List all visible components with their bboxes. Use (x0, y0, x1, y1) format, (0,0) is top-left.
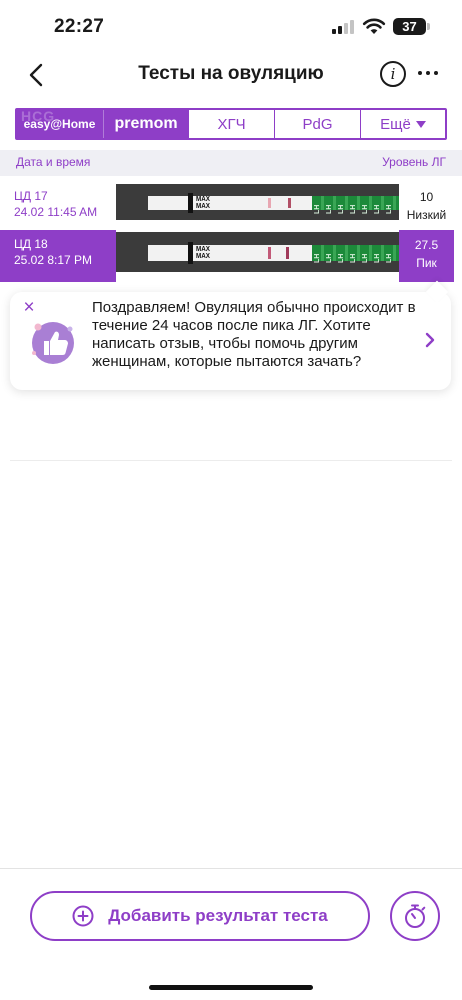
list-header: Дата и время Уровень ЛГ (0, 150, 462, 176)
row-date: ЦД 18 25.02 8:17 PM (0, 230, 116, 282)
tab-premom-label: premom (114, 115, 178, 132)
strip-max-text: MAX (196, 253, 211, 260)
wifi-icon (362, 18, 386, 34)
strip-max-text: MAX (196, 196, 211, 203)
triangle-down-icon (415, 120, 426, 128)
toast-pointer (425, 280, 449, 304)
more-dot (418, 71, 422, 75)
row-lh-level: Низкий (406, 208, 447, 222)
strip-stop-bar (188, 193, 193, 213)
strip-max-text: MAX (196, 203, 211, 210)
timer-button[interactable] (390, 891, 440, 941)
more-dot (426, 71, 430, 75)
strip-stop-bar (188, 242, 193, 264)
row-date: ЦД 17 24.02 11:45 AM (0, 182, 116, 234)
thumbs-up-icon (32, 322, 74, 364)
cellular-signal-icon (332, 20, 354, 34)
strip-max-label: MAX MAX (196, 246, 210, 260)
review-prompt[interactable]: × Поздравляем! Овуляция обычно происходи… (10, 280, 451, 390)
toast-message: Поздравляем! Овуляция обычно происходит … (92, 299, 416, 370)
tab-easy-home[interactable]: HCG easy@Home (17, 110, 103, 138)
add-test-result-button[interactable]: Добавить результат теста (30, 891, 370, 941)
row-cycle-day: ЦД 17 (14, 189, 48, 203)
more-button[interactable] (416, 63, 440, 83)
strip-control-line (286, 247, 289, 259)
test-strip-photo[interactable]: MAX MAX LH LH LH LH LH LH LH (116, 184, 399, 220)
tab-hcg-label: ХГЧ (217, 115, 246, 133)
chevron-right-icon[interactable] (423, 330, 437, 350)
info-icon[interactable]: i (380, 61, 406, 87)
battery-icon: 37 (393, 18, 426, 35)
strip-max-text: MAX (196, 246, 211, 253)
row-lh-value: 27.5 (414, 238, 439, 252)
test-strip-photo[interactable]: MAX MAX LH LH LH LH LH LH LH (116, 232, 399, 272)
strip-test-line (268, 247, 271, 259)
strip-test-line (268, 198, 271, 208)
row-lh-value: 10 (419, 190, 434, 204)
status-bar: 22:27 37 (0, 0, 462, 56)
tab-more-label: Ещё (380, 115, 411, 133)
row-datetime: 25.02 8:17 PM (14, 253, 93, 267)
strip-control-line (288, 198, 291, 208)
row-cycle-day: ЦД 18 (14, 237, 48, 251)
row-level: 27.5 Пик (399, 230, 454, 282)
column-date-time: Дата и время (16, 155, 91, 169)
add-test-result-label: Добавить результат теста (108, 906, 328, 925)
column-lh-level: Уровень ЛГ (382, 155, 446, 169)
status-time: 22:27 (54, 16, 105, 37)
test-row[interactable]: ЦД 17 24.02 11:45 AM MAX MAX LH LH LH LH LH L… (0, 182, 462, 234)
tab-pdg[interactable]: PdG (275, 110, 361, 138)
more-dot (434, 71, 438, 75)
battery-nub (427, 23, 430, 30)
stopwatch-icon (405, 904, 426, 928)
page-title: Тесты на овуляцию (138, 63, 324, 84)
strip-lh-label: LH LH LH LH LH LH LH (312, 245, 399, 263)
home-indicator (149, 985, 313, 990)
strip-max-label: MAX MAX (196, 196, 210, 210)
close-icon[interactable]: × (19, 298, 39, 318)
tab-easy-home-label: easy@Home (23, 117, 96, 131)
row-level: 10 Низкий (399, 182, 454, 234)
back-button[interactable] (22, 60, 50, 90)
strip-lh-label: LH LH LH LH LH LH LH (312, 196, 399, 214)
plus-circle-icon (72, 905, 94, 927)
brand-tabs: HCG easy@Home premom ХГЧ PdG Ещё (15, 108, 447, 140)
test-row[interactable]: ЦД 18 25.02 8:17 PM MAX MAX LH LH LH LH LH LH… (0, 230, 462, 282)
tab-more[interactable]: Ещё (361, 110, 445, 138)
strip-lh-text: LH (386, 253, 393, 263)
list-divider (10, 460, 452, 461)
tab-pdg-label: PdG (302, 115, 333, 133)
tab-hcg[interactable]: ХГЧ (189, 110, 275, 138)
bottom-divider (0, 868, 462, 869)
row-lh-level: Пик (416, 256, 437, 270)
tab-premom[interactable]: premom (103, 110, 189, 138)
strip-lh-text: LH (386, 204, 393, 214)
chevron-left-icon (29, 63, 43, 87)
row-datetime: 24.02 11:45 AM (14, 205, 98, 219)
